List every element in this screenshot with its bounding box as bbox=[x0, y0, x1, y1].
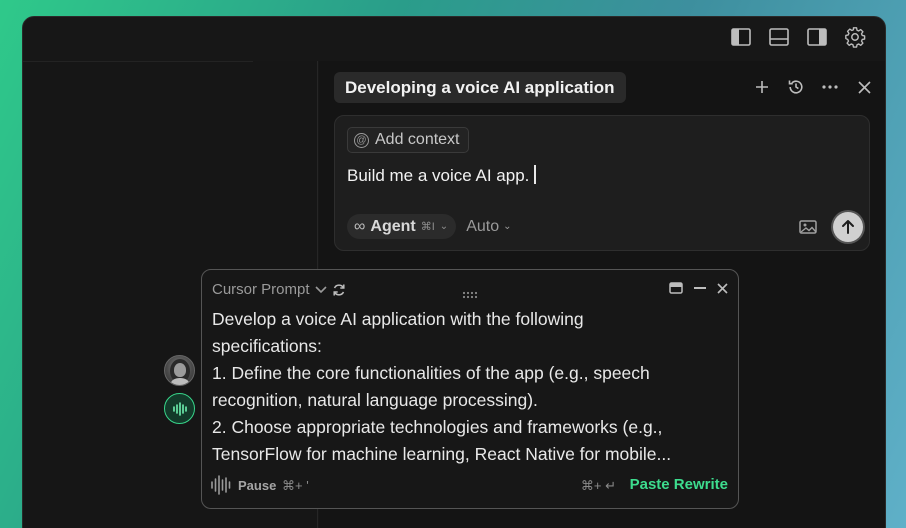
toggle-left-sidebar-icon[interactable] bbox=[729, 25, 753, 49]
avatar[interactable] bbox=[164, 355, 195, 386]
prompt-line: recognition, natural language processing… bbox=[212, 390, 538, 410]
composer-input[interactable]: Build me a voice AI app. bbox=[347, 165, 536, 186]
prompt-line: TensorFlow for machine learning, React N… bbox=[212, 444, 672, 464]
prompt-title-dropdown[interactable]: Cursor Prompt bbox=[212, 281, 346, 298]
infinity-icon: ∞ bbox=[354, 217, 366, 235]
toggle-right-sidebar-icon[interactable] bbox=[805, 25, 829, 49]
prompt-line: 1. Define the core functionalities of th… bbox=[212, 363, 650, 383]
prompt-panel-footer: Pause ⌘+ ' ⌘+ ↵ Paste Rewrite bbox=[210, 472, 728, 498]
layout-toolbar bbox=[729, 25, 867, 49]
close-icon[interactable] bbox=[717, 282, 728, 294]
toggle-bottom-panel-icon[interactable] bbox=[767, 25, 791, 49]
chat-composer: @ Add context Build me a voice AI app. ∞… bbox=[334, 115, 870, 251]
paste-rewrite-button[interactable]: Paste Rewrite bbox=[630, 476, 728, 493]
chevron-down-icon: ⌄ bbox=[439, 221, 449, 232]
model-label: Auto bbox=[466, 217, 500, 235]
text-caret bbox=[534, 165, 536, 184]
chevron-down-icon bbox=[314, 285, 327, 293]
model-selector[interactable]: Auto ⌄ bbox=[466, 218, 511, 236]
more-icon[interactable] bbox=[819, 76, 841, 98]
avatar-body bbox=[171, 378, 189, 385]
gear-icon[interactable] bbox=[843, 25, 867, 49]
pause-button[interactable]: Pause bbox=[238, 478, 276, 493]
send-button[interactable] bbox=[833, 212, 863, 242]
voice-waveform-button[interactable] bbox=[164, 393, 195, 424]
prompt-line: Develop a voice AI application with the … bbox=[212, 309, 584, 329]
maximize-icon[interactable] bbox=[669, 282, 683, 294]
pause-shortcut: ⌘+ ' bbox=[282, 478, 309, 493]
prompt-body-text: Develop a voice AI application with the … bbox=[212, 306, 732, 468]
plus-icon[interactable] bbox=[751, 76, 773, 98]
floating-avatars bbox=[164, 355, 195, 424]
add-context-label: Add context bbox=[375, 131, 460, 148]
prompt-panel-header: Cursor Prompt bbox=[212, 280, 728, 302]
title-bar bbox=[23, 17, 885, 61]
drag-handle-icon[interactable] bbox=[462, 286, 478, 299]
close-icon[interactable] bbox=[853, 76, 875, 98]
agent-mode-dropdown[interactable]: ∞ Agent ⌘I ⌄ bbox=[347, 214, 457, 239]
waveform-icon bbox=[172, 401, 187, 416]
prompt-title: Cursor Prompt bbox=[212, 281, 310, 298]
composer-text: Build me a voice AI app. bbox=[347, 166, 530, 185]
prompt-line: specifications: bbox=[212, 336, 322, 356]
avatar-face bbox=[174, 363, 186, 377]
add-context-button[interactable]: @ Add context bbox=[347, 127, 469, 153]
mode-row: ∞ Agent ⌘I ⌄ Auto ⌄ bbox=[347, 214, 512, 239]
refresh-icon[interactable] bbox=[332, 283, 346, 297]
chat-header: Developing a voice AI application bbox=[334, 72, 885, 104]
agent-mode-label: Agent bbox=[370, 217, 416, 235]
rewrite-shortcut: ⌘+ ↵ bbox=[580, 478, 616, 493]
prompt-line: 2. Choose appropriate technologies and f… bbox=[212, 417, 663, 437]
at-icon: @ bbox=[354, 132, 369, 148]
panel-controls bbox=[669, 282, 728, 294]
chevron-down-icon: ⌄ bbox=[503, 221, 512, 232]
agent-mode-shortcut: ⌘I bbox=[420, 221, 435, 233]
history-icon[interactable] bbox=[785, 76, 807, 98]
chat-title-tab[interactable]: Developing a voice AI application bbox=[334, 72, 626, 103]
chat-actions bbox=[751, 76, 875, 98]
cursor-prompt-panel: Cursor Prompt Develop a voice AI applica… bbox=[201, 269, 739, 509]
divider bbox=[23, 61, 253, 62]
minimize-icon[interactable] bbox=[693, 286, 707, 290]
image-icon[interactable] bbox=[799, 220, 817, 234]
waveform-icon bbox=[211, 475, 231, 495]
